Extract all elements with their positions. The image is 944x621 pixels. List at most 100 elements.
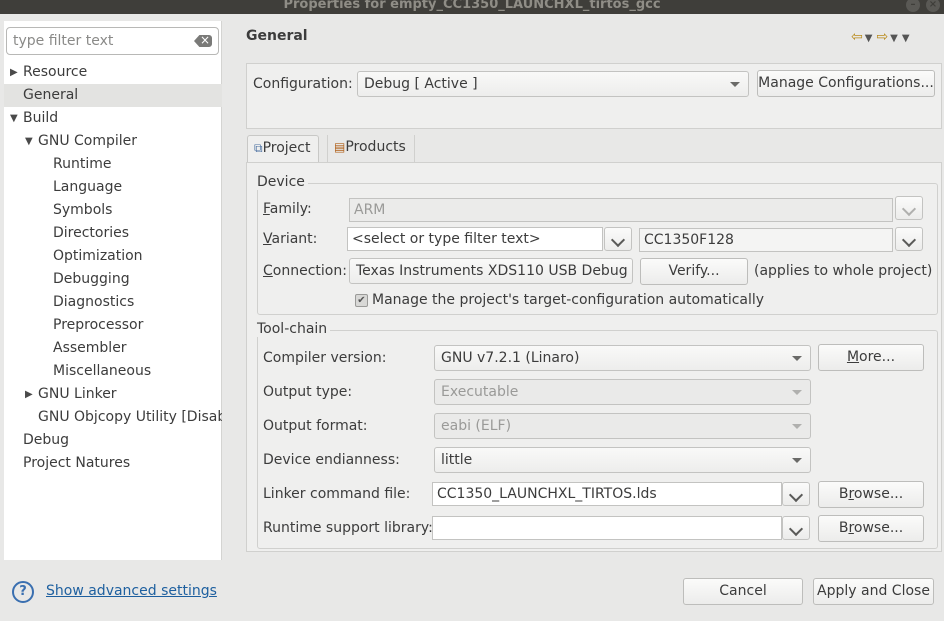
variant-value: CC1350F128 (639, 228, 893, 252)
navigation-panel: type filter text ▶ResourceGeneral▼Build▼… (4, 21, 222, 560)
tree-item-label: Directories (53, 225, 130, 241)
forward-arrow-icon[interactable]: ⇨ (876, 29, 888, 45)
tree-item-label: Assembler (53, 340, 127, 356)
tree-item[interactable]: ▼ Build (4, 107, 222, 130)
output-type-select: Executable (434, 379, 811, 405)
tree-item[interactable]: ▶ GNU Linker (4, 383, 222, 406)
tree-item[interactable]: Assembler (4, 337, 222, 360)
verify-button[interactable]: Verify... (640, 258, 748, 285)
tree-item-label: Preprocessor (53, 317, 144, 333)
connection-value: Texas Instruments XDS110 USB Debug Probe… (356, 263, 632, 279)
expanded-arrow-icon[interactable]: ▼ (10, 107, 20, 130)
compiler-version-value: GNU v7.2.1 (Linaro) (441, 350, 580, 366)
filter-placeholder: type filter text (13, 33, 114, 49)
chevron-down-icon (792, 458, 802, 463)
tab-project[interactable]: ⧉Project (247, 135, 320, 162)
cancel-button[interactable]: Cancel (683, 578, 803, 605)
manage-configurations-button[interactable]: Manage Configurations... (757, 70, 935, 97)
tree-item-label: Runtime (53, 156, 112, 172)
tree-item[interactable]: Runtime (4, 153, 222, 176)
view-menu-icon[interactable]: ▼ (902, 33, 910, 44)
variant-filter-input[interactable]: <select or type filter text> (347, 227, 603, 251)
connection-select[interactable]: Texas Instruments XDS110 USB Debug Probe… (349, 258, 633, 284)
page-title: General (246, 28, 308, 44)
project-tab-panel: Device Family: ARM Variant: <select or t… (246, 162, 942, 552)
family-field: ARM (349, 198, 893, 222)
tree-item-label: GNU Compiler (38, 133, 138, 149)
runtime-library-dropdown-button[interactable] (782, 516, 810, 540)
linker-command-input[interactable]: CC1350_LAUNCHXL_TIRTOS.lds (432, 482, 782, 506)
help-icon[interactable]: ? (12, 581, 34, 603)
chevron-down-icon (792, 390, 802, 395)
tree-item[interactable]: Optimization (4, 245, 222, 268)
tree-item[interactable]: Debug (4, 429, 222, 452)
tree-item[interactable]: ▼ GNU Compiler (4, 130, 222, 153)
tree-item[interactable]: Diagnostics (4, 291, 222, 314)
tree-item[interactable]: Symbols (4, 199, 222, 222)
window-title: Properties for empty_CC1350_LAUNCHXL_tir… (283, 0, 661, 12)
endianness-label: Device endianness: (263, 452, 400, 468)
tree-item[interactable]: Language (4, 176, 222, 199)
tree-item-label: Resource (23, 64, 88, 80)
products-icon: ▤ (334, 140, 346, 154)
device-group-title: Device (257, 174, 308, 190)
tree-item[interactable]: Project Natures (4, 452, 222, 475)
back-menu-icon[interactable]: ▼ (865, 33, 873, 44)
tree-item-label: Miscellaneous (53, 363, 152, 379)
tree-item-label: Debugging (53, 271, 130, 287)
tree-item-label: Diagnostics (53, 294, 135, 310)
variant-dropdown-button[interactable] (895, 227, 923, 251)
linker-command-dropdown-button[interactable] (782, 482, 810, 506)
collapsed-arrow-icon[interactable]: ▶ (25, 383, 35, 406)
browse-runtime-button[interactable]: Browse... (818, 515, 924, 542)
connection-note: (applies to whole project) (754, 263, 933, 279)
tree-item-label: Language (53, 179, 123, 195)
tab-products-label: Products (345, 139, 406, 155)
tab-products[interactable]: ▤Products (327, 135, 415, 162)
tree-item[interactable]: ▶ Resource (4, 61, 222, 84)
close-window-icon[interactable]: × (926, 0, 940, 12)
properties-tree: ▶ Resource General ▼ Build ▼ GNU Compiler Runti… (4, 61, 222, 475)
back-arrow-icon[interactable]: ⇦ (851, 29, 863, 45)
chevron-down-icon (730, 82, 740, 87)
configuration-panel: Configuration: Debug [ Active ] Manage C… (246, 63, 942, 129)
tree-item[interactable]: Preprocessor (4, 314, 222, 337)
tree-item[interactable]: GNU Objcopy Utility [Disab (4, 406, 222, 429)
runtime-library-input[interactable] (432, 516, 782, 540)
output-type-value: Executable (441, 384, 519, 400)
compiler-version-label: Compiler version: (263, 350, 387, 366)
configuration-select[interactable]: Debug [ Active ] (357, 71, 749, 97)
configuration-value: Debug [ Active ] (364, 76, 478, 92)
compiler-version-select[interactable]: GNU v7.2.1 (Linaro) (434, 345, 811, 371)
clear-filter-icon[interactable] (194, 35, 212, 47)
output-format-label: Output format: (263, 418, 368, 434)
variant-filter-dropdown-button[interactable] (604, 227, 632, 251)
apply-and-close-button[interactable]: Apply and Close (813, 578, 934, 605)
collapsed-arrow-icon[interactable]: ▶ (10, 61, 20, 84)
runtime-library-label: Runtime support library: (263, 520, 433, 536)
configuration-label: Configuration: (253, 76, 353, 92)
filter-input[interactable]: type filter text (6, 27, 219, 55)
minimize-icon[interactable]: – (906, 0, 920, 12)
tree-item-label: Optimization (53, 248, 143, 264)
tree-item[interactable]: Debugging (4, 268, 222, 291)
tree-item[interactable]: Miscellaneous (4, 360, 222, 383)
tab-project-label: Project (262, 140, 311, 156)
tree-item-label: Symbols (53, 202, 113, 218)
expanded-arrow-icon[interactable]: ▼ (25, 130, 35, 153)
tree-item[interactable]: Directories (4, 222, 222, 245)
forward-menu-icon[interactable]: ▼ (890, 33, 898, 44)
window-titlebar: Properties for empty_CC1350_LAUNCHXL_tir… (0, 0, 944, 14)
browse-linker-button[interactable]: Browse... (818, 481, 924, 508)
tree-item-label: GNU Linker (38, 386, 117, 402)
tree-item-label: General (23, 87, 79, 103)
output-format-select: eabi (ELF) (434, 413, 811, 439)
manage-target-config-label: Manage the project's target-configuratio… (372, 292, 765, 308)
manage-target-config-checkbox[interactable]: ✔ (355, 294, 368, 307)
tree-item[interactable]: General (4, 84, 222, 107)
endianness-select[interactable]: little (434, 447, 811, 473)
more-button[interactable]: More... (818, 344, 924, 371)
show-advanced-settings-link[interactable]: Show advanced settings (46, 583, 217, 599)
tree-item-label: Project Natures (23, 455, 131, 471)
connection-label: Connection: (263, 263, 347, 279)
